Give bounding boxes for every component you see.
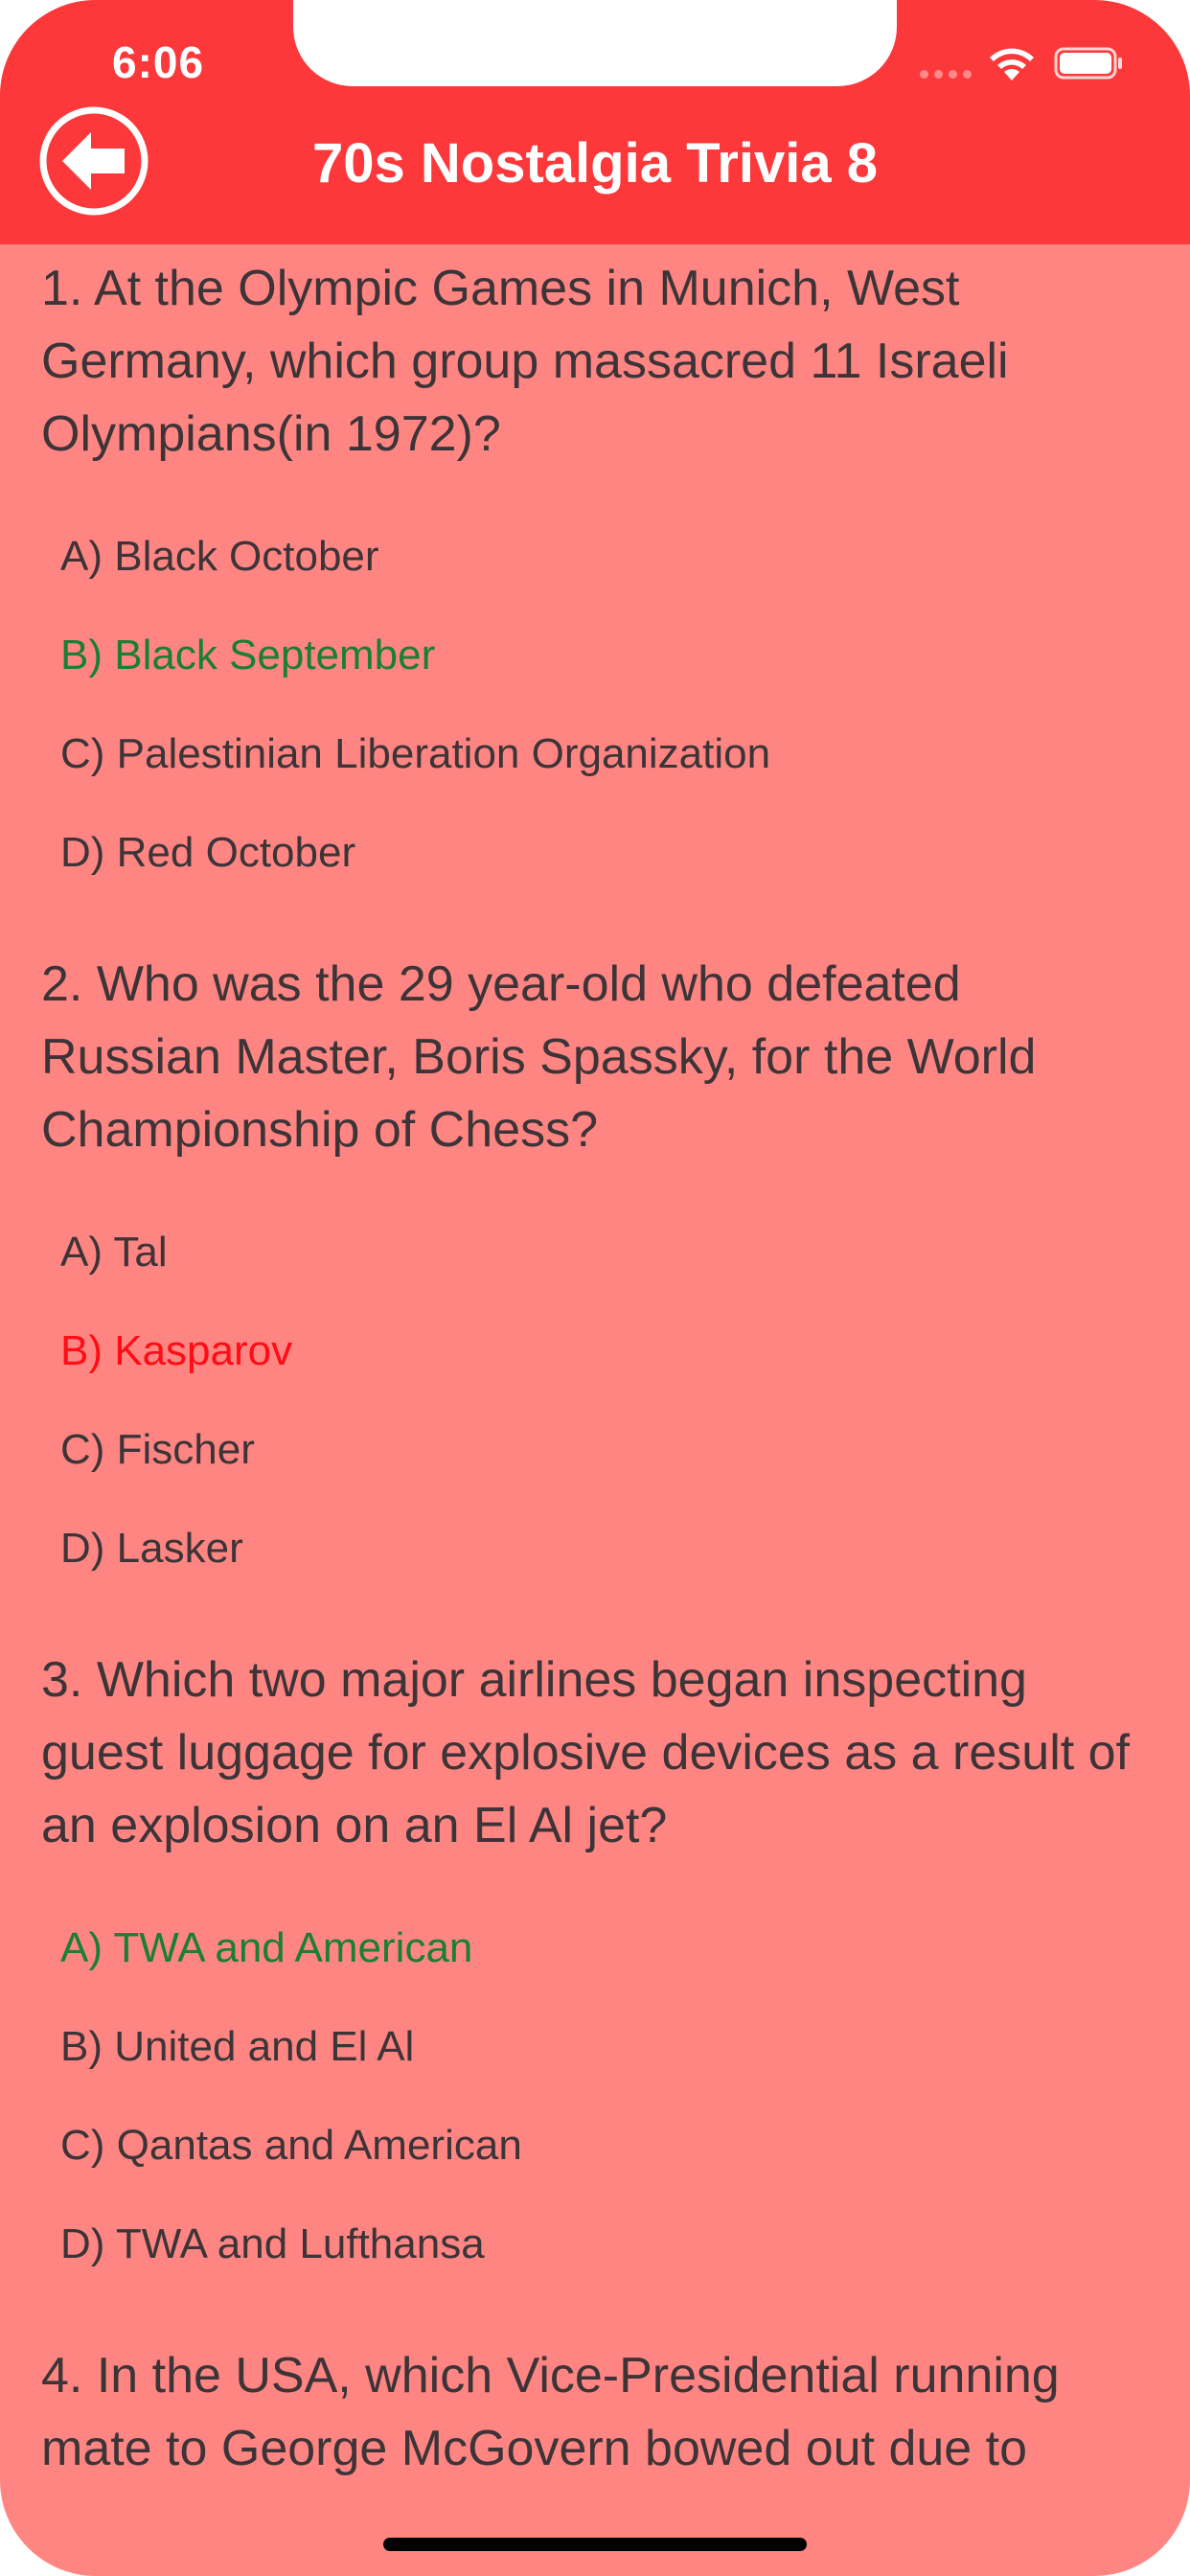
question-block: 2. Who was the 29 year-old who defeated … xyxy=(0,940,1190,1598)
answer-option[interactable]: D) Lasker xyxy=(0,1499,1190,1598)
answer-option[interactable]: D) Red October xyxy=(0,803,1190,902)
home-indicator[interactable] xyxy=(383,2538,807,2551)
answer-option[interactable]: B) Kasparov xyxy=(0,1301,1190,1400)
answer-option[interactable]: A) TWA and American xyxy=(0,1898,1190,1997)
answer-option[interactable]: C) Palestinian Liberation Organization xyxy=(0,704,1190,803)
answer-option[interactable]: A) Black October xyxy=(0,507,1190,606)
device-notch xyxy=(293,0,897,86)
answer-options: A) Tal B) Kasparov C) Fischer D) Lasker xyxy=(0,1203,1190,1598)
page-title: 70s Nostalgia Trivia 8 xyxy=(312,132,878,195)
battery-icon xyxy=(1054,47,1122,80)
answer-option[interactable]: B) United and El Al xyxy=(0,1997,1190,2096)
wifi-icon xyxy=(990,48,1034,80)
answer-option[interactable]: A) Tal xyxy=(0,1203,1190,1301)
cellular-signal-icon xyxy=(920,70,972,79)
answer-options: A) Black October B) Black September C) Pal… xyxy=(0,507,1190,902)
answer-option[interactable]: C) Qantas and American xyxy=(0,2096,1190,2195)
question-list[interactable]: 1. At the Olympic Games in Munich, West … xyxy=(0,244,1190,2576)
answer-option[interactable]: B) Black September xyxy=(0,606,1190,704)
phone-screen: 6:06 70s Nostalgia Trivia 8 1. At the Ol… xyxy=(0,0,1190,2576)
status-time: 6:06 xyxy=(112,37,205,87)
question-text: 1. At the Olympic Games in Munich, West … xyxy=(41,261,1009,462)
answer-options: A) TWA and American B) United and El Al C)… xyxy=(0,1898,1190,2293)
question-text: 2. Who was the 29 year-old who defeated … xyxy=(41,956,1037,1158)
question-block: 1. At the Olympic Games in Munich, West … xyxy=(0,244,1190,902)
question-block: 4. In the USA, which Vice-Presidential r… xyxy=(0,2332,1190,2485)
question-block: 3. Which two major airlines began inspec… xyxy=(0,1636,1190,2293)
answer-option[interactable]: C) Fischer xyxy=(0,1400,1190,1499)
navigation-bar: 70s Nostalgia Trivia 8 xyxy=(0,86,1190,244)
answer-option[interactable]: D) TWA and Lufthansa xyxy=(0,2195,1190,2293)
question-text: 4. In the USA, which Vice-Presidential r… xyxy=(41,2348,1060,2476)
question-text: 3. Which two major airlines began inspec… xyxy=(41,1652,1131,1853)
